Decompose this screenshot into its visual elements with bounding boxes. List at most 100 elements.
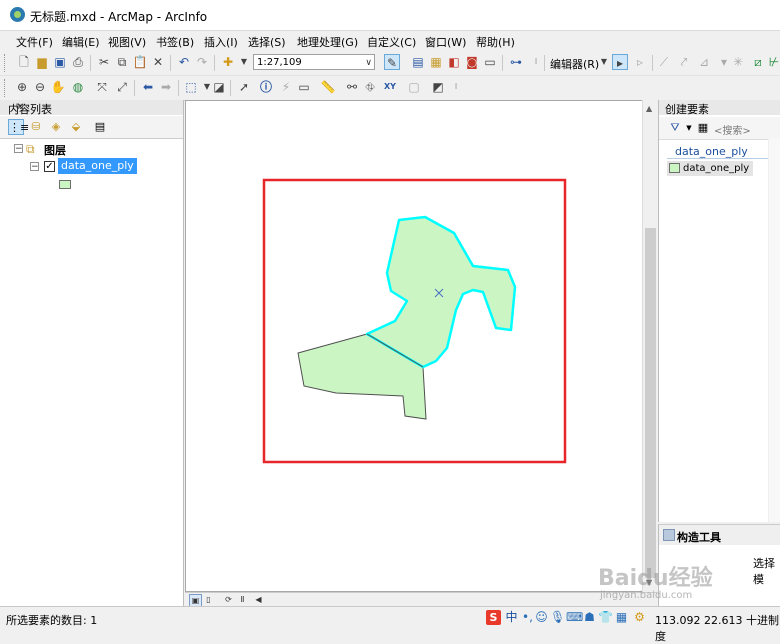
- toc-window-icon[interactable]: ▤: [410, 54, 426, 70]
- add-data-dropdown-icon[interactable]: ▼: [236, 54, 252, 70]
- back-icon[interactable]: ⬅: [140, 79, 156, 95]
- edit-annotation-icon[interactable]: ▹: [632, 54, 648, 70]
- menu-windows[interactable]: 窗口(W): [425, 34, 466, 50]
- menu-edit[interactable]: 编辑(E): [62, 34, 100, 50]
- search-window-icon[interactable]: ◧: [446, 54, 462, 70]
- new-icon[interactable]: 🗋: [16, 54, 32, 70]
- create-viewer-icon[interactable]: ◩: [430, 79, 446, 95]
- list-by-visibility-icon[interactable]: ◈: [48, 119, 64, 135]
- globe-icon[interactable]: ◍: [70, 79, 86, 95]
- delete-icon[interactable]: ✕: [150, 54, 166, 70]
- add-data-icon[interactable]: ✚: [220, 54, 236, 70]
- menu-bookmarks[interactable]: 书签(B): [156, 34, 194, 50]
- menu-help[interactable]: 帮助(H): [476, 34, 515, 50]
- clear-selection-icon[interactable]: ◪: [211, 79, 227, 95]
- toolbar-grip[interactable]: [4, 79, 8, 97]
- user-icon[interactable]: ☗: [582, 610, 597, 625]
- sogou-ime-icon[interactable]: S: [486, 610, 501, 625]
- menu-selection[interactable]: 选择(S): [248, 34, 286, 50]
- copy-icon[interactable]: ⧉: [114, 54, 130, 70]
- pause-drawing-icon[interactable]: Ⅱ: [237, 594, 248, 605]
- select-icon[interactable]: ➚: [236, 79, 252, 95]
- print-icon[interactable]: ⎙: [70, 54, 86, 70]
- list-by-selection-icon[interactable]: ⬙: [68, 119, 84, 135]
- end-point-arc-icon[interactable]: ⤤: [676, 54, 692, 70]
- trace-icon[interactable]: ⊿: [696, 54, 712, 70]
- catalog-icon[interactable]: ▦: [428, 54, 444, 70]
- settings-icon[interactable]: ⚙: [632, 610, 647, 625]
- close-icon[interactable]: ✕: [16, 102, 24, 113]
- cut-icon[interactable]: ✂: [96, 54, 112, 70]
- python-window-icon[interactable]: ▭: [482, 54, 498, 70]
- template-search-input[interactable]: <搜索>: [714, 122, 751, 137]
- list-by-drawing-order-icon[interactable]: ⋮≡: [8, 119, 29, 135]
- menu-insert[interactable]: 插入(I): [204, 34, 238, 50]
- punctuation-icon[interactable]: •,: [520, 610, 535, 625]
- html-popup-icon[interactable]: ▭: [296, 79, 312, 95]
- forward-icon[interactable]: ➡: [158, 79, 174, 95]
- time-slider-icon[interactable]: ▢: [406, 79, 422, 95]
- shirt-icon[interactable]: 👕: [598, 610, 613, 625]
- emoji-icon[interactable]: ☺: [534, 610, 549, 625]
- point-icon[interactable]: ✳: [730, 54, 746, 70]
- save-icon[interactable]: ▣: [52, 54, 68, 70]
- select-features-icon[interactable]: ⬚: [183, 79, 199, 95]
- pan-icon[interactable]: ✋: [50, 79, 66, 95]
- feature-template-item[interactable]: data_one_ply: [667, 161, 754, 176]
- measure-icon[interactable]: 📏: [320, 79, 336, 95]
- map-canvas[interactable]: [186, 101, 658, 593]
- reshape-icon[interactable]: ⊬: [766, 54, 780, 70]
- microphone-icon[interactable]: 🎙: [550, 610, 565, 625]
- identify-icon[interactable]: ⓘ: [258, 79, 274, 95]
- scrollbar-thumb[interactable]: [645, 228, 656, 578]
- binoculars-icon[interactable]: ⚯: [344, 79, 360, 95]
- layer-name[interactable]: data_one_ply: [58, 158, 137, 174]
- scroll-left-icon[interactable]: ◀: [253, 594, 264, 605]
- edit-vertices-icon[interactable]: ⧄: [750, 54, 766, 70]
- find-route-icon[interactable]: ⛗: [362, 79, 378, 95]
- menu-file[interactable]: 文件(F): [16, 34, 53, 50]
- straight-segment-icon[interactable]: ⟋: [656, 54, 672, 70]
- layer-visibility-checkbox[interactable]: ✓: [44, 161, 55, 172]
- zoom-in-icon[interactable]: ⊕: [14, 79, 30, 95]
- map-data-view[interactable]: [185, 100, 657, 592]
- create-features-scrollbar[interactable]: [768, 139, 780, 522]
- layout-view-icon[interactable]: ▯: [203, 594, 214, 605]
- toolbar-options-icon[interactable]: ⁝: [448, 79, 464, 95]
- menu-view[interactable]: 视图(V): [108, 34, 146, 50]
- menu-customize[interactable]: 自定义(C): [367, 34, 416, 50]
- undo-icon[interactable]: ↶: [176, 54, 192, 70]
- fixed-zoom-in-icon[interactable]: ⤧: [94, 79, 110, 95]
- layers-group-label[interactable]: 图层: [44, 142, 66, 158]
- toolbox-icon[interactable]: ▦: [614, 610, 629, 625]
- collapse-icon[interactable]: −: [14, 144, 23, 154]
- editor-menu[interactable]: 编辑器(R): [550, 56, 599, 72]
- options-icon[interactable]: ▤: [92, 119, 108, 135]
- editor-toolbar-icon[interactable]: ✎: [384, 54, 400, 70]
- open-icon[interactable]: ▆: [34, 54, 50, 70]
- editor-dropdown-icon[interactable]: ▼: [596, 54, 612, 70]
- ime-chinese-icon[interactable]: 中: [504, 610, 519, 625]
- chevron-down-icon[interactable]: ∨: [365, 55, 372, 71]
- hyperlink-icon[interactable]: ⚡: [278, 79, 294, 95]
- refresh-icon[interactable]: ⟳: [223, 594, 234, 605]
- map-vertical-scrollbar[interactable]: ▲ ▼: [642, 100, 658, 592]
- toolbar-grip[interactable]: [4, 54, 8, 72]
- template-properties-icon[interactable]: ▦: [695, 120, 711, 136]
- toolbar-options-icon[interactable]: ⁝: [528, 54, 544, 70]
- collapse-icon[interactable]: −: [30, 162, 39, 172]
- map-scale-combobox[interactable]: 1:27,109 ∨: [253, 54, 375, 70]
- redo-icon[interactable]: ↷: [194, 54, 210, 70]
- keyboard-icon[interactable]: ⌨: [566, 610, 583, 625]
- layer-symbol-swatch[interactable]: [59, 180, 71, 189]
- zoom-out-icon[interactable]: ⊖: [32, 79, 48, 95]
- arctoolbox-icon[interactable]: ◙: [464, 54, 480, 70]
- template-group-heading[interactable]: data_one_ply: [675, 145, 748, 158]
- scroll-up-icon[interactable]: ▲: [646, 104, 652, 113]
- xy-icon[interactable]: XY: [382, 79, 398, 95]
- paste-icon[interactable]: 📋: [132, 54, 148, 70]
- edit-tool-icon[interactable]: ▸: [612, 54, 628, 70]
- list-by-source-icon[interactable]: ⛁: [28, 119, 44, 135]
- full-extent-icon[interactable]: ⤢: [114, 79, 130, 95]
- menu-geoprocessing[interactable]: 地理处理(G): [297, 34, 358, 50]
